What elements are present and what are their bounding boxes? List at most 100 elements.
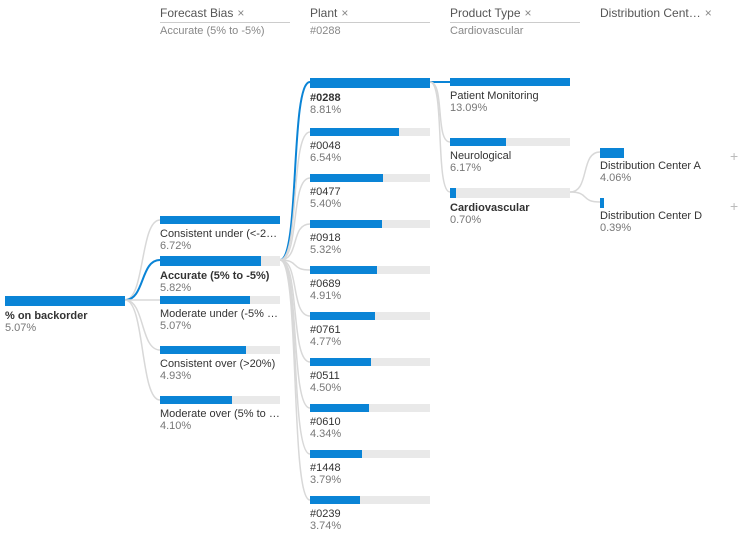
node-value: 6.54%: [310, 152, 430, 164]
node-label: Distribution Center A: [600, 160, 720, 172]
bar: [450, 138, 570, 146]
node-value: 4.93%: [160, 370, 280, 382]
node-value: 3.74%: [310, 520, 430, 532]
products-node[interactable]: Neurological6.17%: [450, 138, 570, 174]
bar: [160, 296, 280, 304]
plants-node[interactable]: #00486.54%: [310, 128, 430, 164]
col-title: Plant: [310, 6, 337, 20]
bar: [5, 296, 125, 306]
node-label: #0689: [310, 278, 430, 290]
node-value: 5.07%: [5, 322, 125, 334]
expand-icon[interactable]: +: [730, 148, 738, 164]
bar: [310, 128, 430, 136]
node-label: Consistent under (<-2…: [160, 228, 280, 240]
node-value: 5.40%: [310, 198, 430, 210]
node-value: 6.17%: [450, 162, 570, 174]
forecast-node[interactable]: Moderate under (-5% …5.07%: [160, 296, 280, 332]
col-sub: #0288: [310, 22, 430, 37]
node-value: 3.79%: [310, 474, 430, 486]
bar: [310, 404, 430, 412]
bar: [310, 220, 430, 228]
node-label: #0761: [310, 324, 430, 336]
bar: [600, 198, 720, 206]
node-value: 0.70%: [450, 214, 570, 226]
col-header-plant: Plant × #0288: [310, 6, 430, 37]
forecast-node[interactable]: Consistent over (>20%)4.93%: [160, 346, 280, 382]
forecast-node[interactable]: Moderate over (5% to …4.10%: [160, 396, 280, 432]
bar: [600, 148, 720, 156]
node-label: #0288: [310, 92, 430, 104]
plants-node[interactable]: #09185.32%: [310, 220, 430, 256]
plants-node[interactable]: #02888.81%: [310, 78, 430, 116]
col-header-distribution-center: Distribution Cent… ×: [600, 6, 730, 20]
node-label: Cardiovascular: [450, 202, 570, 214]
bar: [310, 266, 430, 274]
col-header-forecast-bias: Forecast Bias × Accurate (5% to -5%): [160, 6, 290, 37]
node-label: #0610: [310, 416, 430, 428]
node-label: #0511: [310, 370, 430, 382]
node-label: #0239: [310, 508, 430, 520]
close-icon[interactable]: ×: [237, 6, 244, 20]
close-icon[interactable]: ×: [525, 6, 532, 20]
plants-node[interactable]: #02393.74%: [310, 496, 430, 532]
col-header-product-type: Product Type × Cardiovascular: [450, 6, 580, 37]
plants-node[interactable]: #06894.91%: [310, 266, 430, 302]
node-label: % on backorder: [5, 310, 125, 322]
plants-node[interactable]: #07614.77%: [310, 312, 430, 348]
col-title: Distribution Cent…: [600, 6, 701, 20]
plants-node[interactable]: #06104.34%: [310, 404, 430, 440]
node-value: 0.39%: [600, 222, 720, 234]
plants-node[interactable]: #04775.40%: [310, 174, 430, 210]
node-value: 8.81%: [310, 104, 430, 116]
col-sub: Cardiovascular: [450, 22, 580, 37]
bar: [310, 450, 430, 458]
dist-node[interactable]: Distribution Center D0.39%: [600, 198, 720, 234]
node-label: Moderate under (-5% …: [160, 308, 280, 320]
node-label: Moderate over (5% to …: [160, 408, 280, 420]
root-node[interactable]: % on backorder 5.07%: [5, 296, 125, 334]
bar: [310, 358, 430, 366]
node-label: Patient Monitoring: [450, 90, 570, 102]
node-label: #1448: [310, 462, 430, 474]
node-value: 4.06%: [600, 172, 720, 184]
node-value: 4.91%: [310, 290, 430, 302]
products-node[interactable]: Cardiovascular0.70%: [450, 188, 570, 226]
node-value: 4.77%: [310, 336, 430, 348]
expand-icon[interactable]: +: [730, 198, 738, 214]
bar: [310, 174, 430, 182]
node-value: 4.50%: [310, 382, 430, 394]
node-value: 13.09%: [450, 102, 570, 114]
node-label: Accurate (5% to -5%): [160, 270, 280, 282]
col-title: Product Type: [450, 6, 521, 20]
node-value: 5.32%: [310, 244, 430, 256]
bar: [450, 188, 570, 198]
forecast-node[interactable]: Consistent under (<-2…6.72%: [160, 216, 280, 252]
forecast-node[interactable]: Accurate (5% to -5%)5.82%: [160, 256, 280, 294]
node-value: 4.10%: [160, 420, 280, 432]
bar: [160, 396, 280, 404]
bar: [160, 216, 280, 224]
dist-node[interactable]: Distribution Center A4.06%: [600, 148, 720, 184]
node-label: Neurological: [450, 150, 570, 162]
close-icon[interactable]: ×: [341, 6, 348, 20]
close-icon[interactable]: ×: [705, 6, 712, 20]
bar: [310, 496, 430, 504]
bar: [310, 312, 430, 320]
bar: [160, 346, 280, 354]
bar: [310, 78, 430, 88]
bar: [450, 78, 570, 86]
node-value: 5.07%: [160, 320, 280, 332]
col-sub: Accurate (5% to -5%): [160, 22, 290, 37]
node-value: 6.72%: [160, 240, 280, 252]
node-label: #0918: [310, 232, 430, 244]
plants-node[interactable]: #05114.50%: [310, 358, 430, 394]
node-value: 5.82%: [160, 282, 280, 294]
node-label: Consistent over (>20%): [160, 358, 280, 370]
bar: [160, 256, 280, 266]
products-node[interactable]: Patient Monitoring13.09%: [450, 78, 570, 114]
col-title: Forecast Bias: [160, 6, 233, 20]
node-label: Distribution Center D: [600, 210, 720, 222]
plants-node[interactable]: #14483.79%: [310, 450, 430, 486]
node-value: 4.34%: [310, 428, 430, 440]
node-label: #0048: [310, 140, 430, 152]
